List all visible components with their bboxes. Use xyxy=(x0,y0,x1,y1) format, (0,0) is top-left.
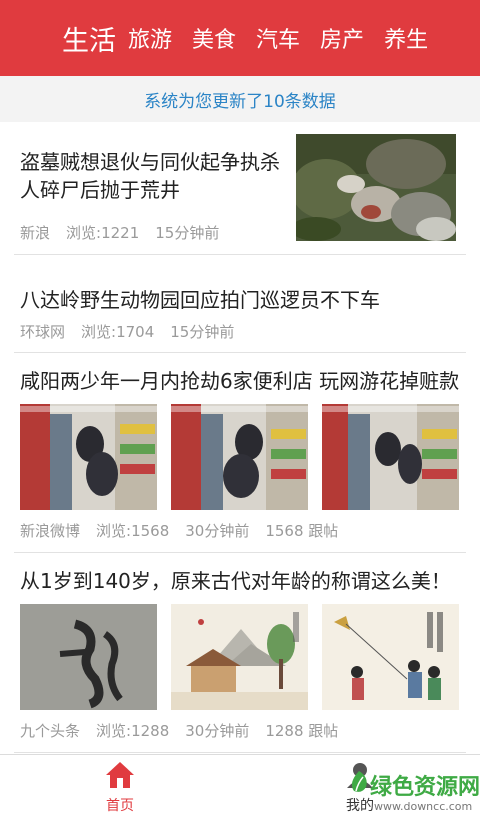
news-comments: 1568 跟帖 xyxy=(265,522,339,540)
top-tab-bar: 生活 旅游 美食 汽车 房产 养生 xyxy=(0,0,480,76)
news-source: 新浪微博 xyxy=(20,522,81,540)
news-views: 浏览:1568 xyxy=(96,522,170,540)
tab-life[interactable]: 生活 xyxy=(62,19,116,58)
tab-food[interactable]: 美食 xyxy=(192,22,236,54)
news-item[interactable]: 八达岭野生动物园回应拍门巡逻员不下车 环球网 浏览:1704 15分钟前 xyxy=(14,255,466,353)
news-source: 九个头条 xyxy=(20,722,81,740)
bottom-nav: 首页 我的 绿色资源网 www.downcc.com xyxy=(0,754,480,821)
news-views: 浏览:1221 xyxy=(66,224,140,242)
watermark: 绿色资源网 www.downcc.com xyxy=(348,769,480,819)
tab-realestate[interactable]: 房产 xyxy=(320,22,364,54)
watermark-text: 绿色资源网 xyxy=(370,775,480,800)
news-feed: 盗墓贼想退伙与同伙起争执杀人碎尸后抛于荒井 新浪 浏览:1221 15分钟前 八… xyxy=(0,122,480,753)
news-meta: 新浪微博 浏览:1568 30分钟前 1568 跟帖 xyxy=(20,520,354,541)
news-views: 浏览:1288 xyxy=(96,722,170,740)
home-icon xyxy=(106,762,134,788)
news-source: 环球网 xyxy=(20,323,66,341)
news-time: 30分钟前 xyxy=(185,522,250,540)
news-item[interactable]: 从1岁到140岁，原来古代对年龄的称谓这么美！ 九个头条 浏览:1288 30分… xyxy=(14,553,466,753)
news-thumbnails xyxy=(20,404,473,510)
leaf-logo-icon xyxy=(351,771,367,792)
watermark-url: www.downcc.com xyxy=(374,800,473,813)
news-thumbnail xyxy=(171,604,308,710)
news-title: 咸阳两少年一月内抢劫6家便利店 玩网游花掉赃款 xyxy=(20,369,460,393)
news-time: 15分钟前 xyxy=(170,323,235,341)
news-meta: 新浪 浏览:1221 15分钟前 xyxy=(20,222,235,243)
news-meta: 环球网 浏览:1704 15分钟前 xyxy=(20,321,250,342)
nav-home-button[interactable]: 首页 xyxy=(92,761,148,815)
news-time: 15分钟前 xyxy=(155,224,220,242)
news-thumbnail xyxy=(296,134,456,241)
news-thumbnails xyxy=(20,604,473,710)
nav-home-label: 首页 xyxy=(106,798,134,814)
news-title: 盗墓贼想退伙与同伙起争执杀人碎尸后抛于荒井 xyxy=(20,150,280,202)
news-views: 浏览:1704 xyxy=(81,323,155,341)
news-thumbnail xyxy=(322,404,459,510)
news-meta: 九个头条 浏览:1288 30分钟前 1288 跟帖 xyxy=(20,720,354,741)
tab-car[interactable]: 汽车 xyxy=(256,22,300,54)
news-title: 从1岁到140岁，原来古代对年龄的称谓这么美！ xyxy=(20,569,451,593)
news-thumbnail xyxy=(20,604,157,710)
tab-travel[interactable]: 旅游 xyxy=(128,22,172,54)
tab-health[interactable]: 养生 xyxy=(384,22,428,54)
news-thumbnail xyxy=(20,404,157,510)
news-thumbnail xyxy=(322,604,459,710)
news-item[interactable]: 咸阳两少年一月内抢劫6家便利店 玩网游花掉赃款 新浪微博 浏览:1568 30分… xyxy=(14,353,466,553)
news-title: 八达岭野生动物园回应拍门巡逻员不下车 xyxy=(20,288,380,312)
news-time: 30分钟前 xyxy=(185,722,250,740)
update-notice: 系统为您更新了10条数据 xyxy=(0,76,480,122)
news-source: 新浪 xyxy=(20,224,51,242)
news-comments: 1288 跟帖 xyxy=(265,722,339,740)
news-item[interactable]: 盗墓贼想退伙与同伙起争执杀人碎尸后抛于荒井 新浪 浏览:1221 15分钟前 xyxy=(14,122,466,255)
news-thumbnail xyxy=(171,404,308,510)
